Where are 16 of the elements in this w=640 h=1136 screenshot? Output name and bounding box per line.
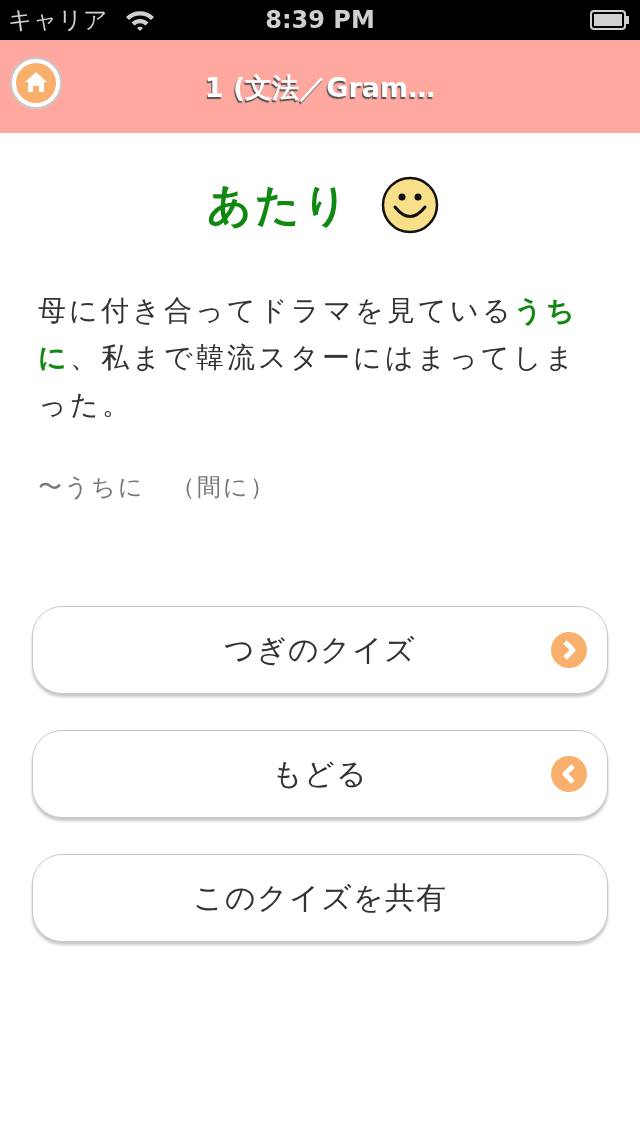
result-label: あたり	[207, 178, 351, 232]
back-button[interactable]: もどる	[32, 730, 608, 818]
battery-icon	[590, 10, 630, 30]
quiz-sentence: 母に付き合ってドラマを見ているうちに、私まで韓流スターにはまってしまった。	[38, 293, 579, 423]
carrier-name: キャリア	[8, 5, 108, 35]
chevron-left-icon	[551, 756, 587, 792]
home-icon	[10, 56, 62, 109]
nav-title: 1 (文法／Gram…	[204, 71, 436, 105]
home-button[interactable]	[10, 56, 62, 109]
share-button[interactable]: このクイズを共有	[32, 854, 608, 942]
next-quiz-button[interactable]: つぎのクイズ	[32, 606, 608, 694]
grammar-note: 〜うちに （間に）	[38, 472, 276, 502]
wifi-icon	[124, 8, 156, 32]
chevron-right-icon	[551, 632, 587, 668]
smiley-face-icon	[381, 176, 439, 234]
status-time: 8:39 PM	[265, 5, 375, 35]
